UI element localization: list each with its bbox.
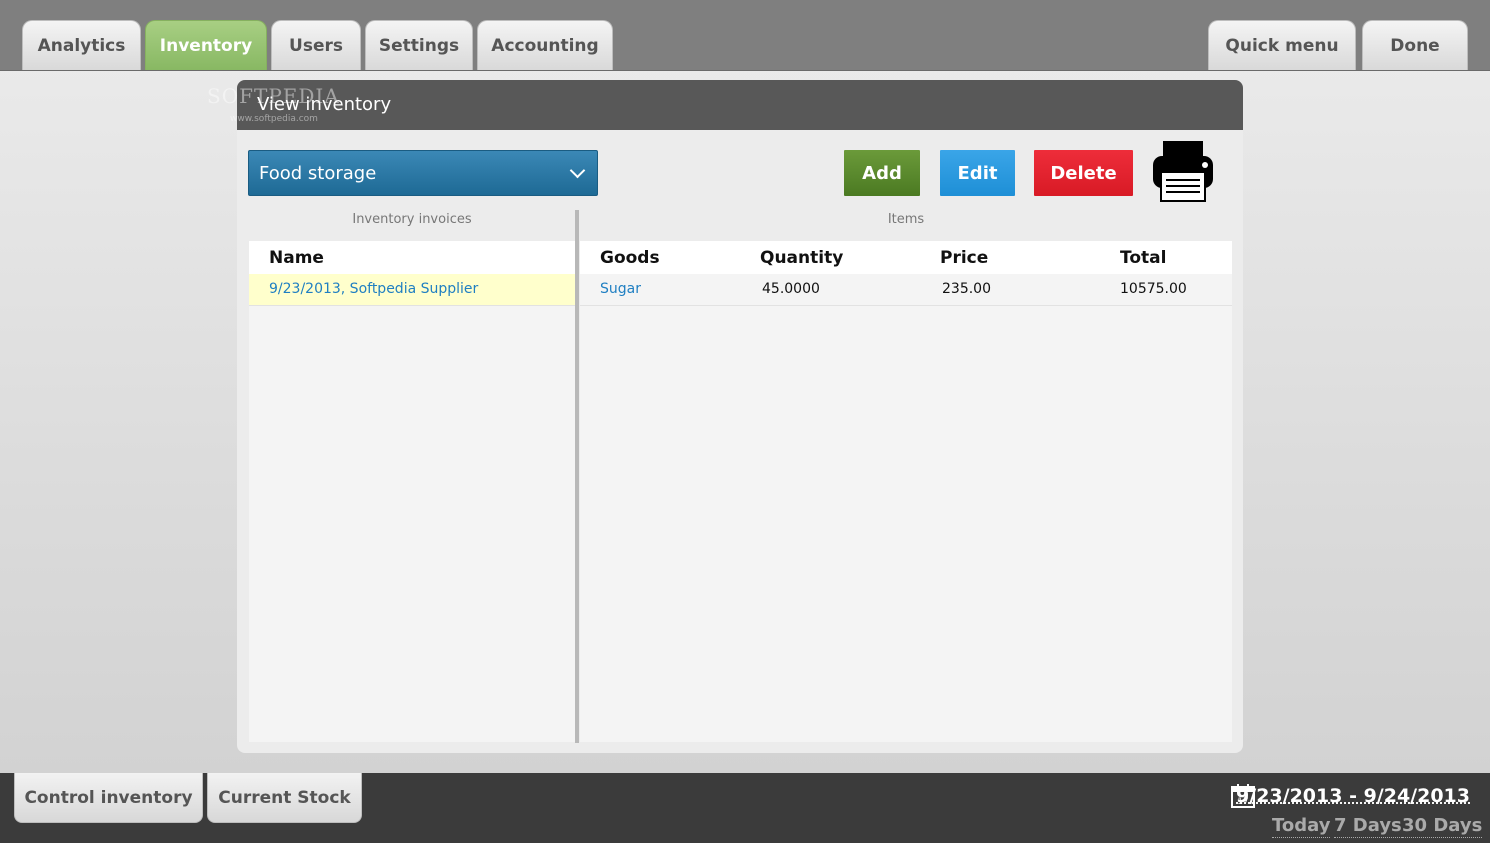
quick-range-30-days[interactable]: 30 Days bbox=[1402, 815, 1483, 838]
item-row[interactable]: Sugar 45.0000 235.00 10575.00 bbox=[580, 274, 1232, 306]
edit-button[interactable]: Edit bbox=[940, 150, 1015, 196]
tab-accounting[interactable]: Accounting bbox=[477, 20, 613, 70]
item-quantity: 45.0000 bbox=[762, 281, 820, 297]
softpedia-watermark-url: www.softpedia.com bbox=[230, 114, 318, 124]
storage-dropdown-value: Food storage bbox=[259, 162, 377, 184]
tab-inventory[interactable]: Inventory bbox=[145, 20, 267, 70]
item-price: 235.00 bbox=[942, 281, 991, 297]
quick-range-7-days[interactable]: 7 Days bbox=[1334, 815, 1402, 838]
column-header-quantity: Quantity bbox=[760, 248, 844, 268]
panel-header: View inventory bbox=[237, 80, 1243, 130]
chevron-down-icon bbox=[569, 162, 586, 179]
column-header-total: Total bbox=[1120, 248, 1167, 268]
quick-range-today[interactable]: Today bbox=[1272, 815, 1331, 838]
tab-settings[interactable]: Settings bbox=[365, 20, 473, 70]
inventory-invoices-label: Inventory invoices bbox=[352, 212, 472, 227]
add-button[interactable]: Add bbox=[844, 150, 920, 196]
column-header-goods: Goods bbox=[600, 248, 660, 268]
tab-control-inventory[interactable]: Control inventory bbox=[14, 773, 203, 823]
item-goods[interactable]: Sugar bbox=[600, 281, 641, 297]
printer-icon[interactable] bbox=[1152, 140, 1214, 202]
tab-analytics[interactable]: Analytics bbox=[22, 20, 141, 70]
delete-button[interactable]: Delete bbox=[1034, 150, 1133, 196]
quick-menu-button[interactable]: Quick menu bbox=[1208, 20, 1356, 70]
items-label: Items bbox=[887, 212, 925, 227]
done-button[interactable]: Done bbox=[1362, 20, 1468, 70]
column-header-name: Name bbox=[269, 248, 324, 268]
invoices-header: Name bbox=[249, 241, 575, 274]
date-range-picker[interactable]: 9/23/2013 - 9/24/2013 bbox=[1236, 785, 1470, 807]
items-table: Goods Quantity Price Total Sugar 45.0000… bbox=[580, 241, 1232, 742]
storage-dropdown[interactable]: Food storage bbox=[248, 150, 598, 196]
tab-current-stock[interactable]: Current Stock bbox=[207, 773, 362, 823]
column-header-price: Price bbox=[940, 248, 989, 268]
inventory-invoices-list: Name 9/23/2013, Softpedia Supplier bbox=[249, 241, 575, 742]
items-header: Goods Quantity Price Total bbox=[580, 241, 1232, 274]
item-total: 10575.00 bbox=[1120, 281, 1187, 297]
invoice-row[interactable]: 9/23/2013, Softpedia Supplier bbox=[249, 274, 575, 306]
tab-users[interactable]: Users bbox=[271, 20, 361, 70]
invoice-name: 9/23/2013, Softpedia Supplier bbox=[269, 281, 479, 297]
panel-splitter[interactable] bbox=[575, 210, 579, 743]
softpedia-watermark: SOFTPEDIA bbox=[207, 84, 340, 108]
